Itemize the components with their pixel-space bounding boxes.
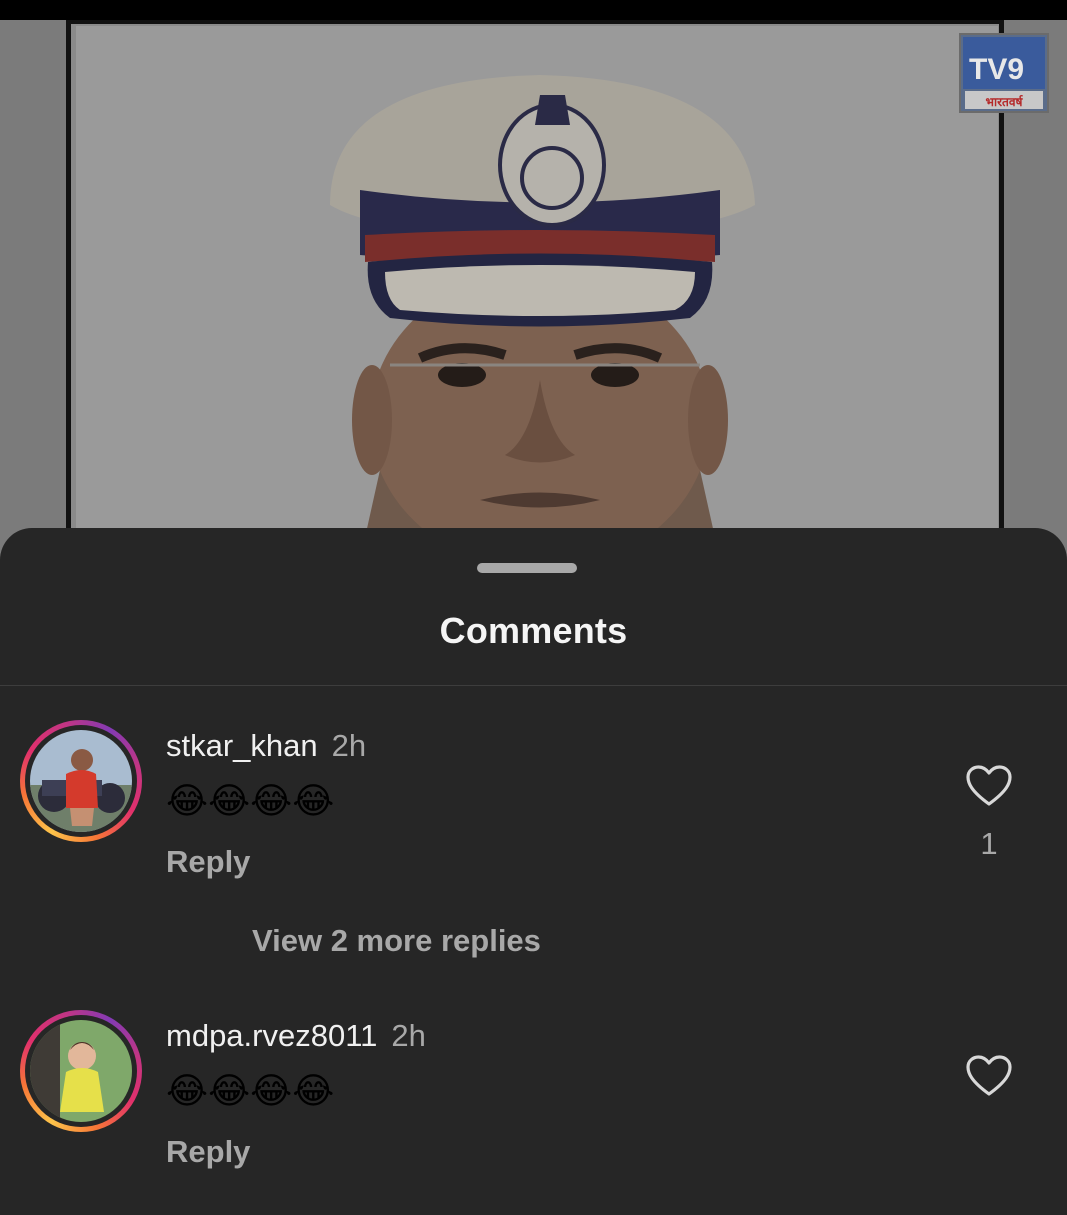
comment-username[interactable]: stkar_khan 2h bbox=[166, 728, 366, 764]
heart-icon[interactable] bbox=[965, 764, 1013, 808]
channel-logo-subtext: भारतवर्ष bbox=[986, 95, 1024, 109]
view-more-replies-button[interactable]: View 2 more replies bbox=[252, 923, 541, 959]
post-background: TV9 भारतवर्ष bbox=[0, 0, 1067, 560]
avatar-motorcycle-user-icon[interactable] bbox=[30, 730, 132, 832]
like-count: 1 bbox=[980, 826, 998, 861]
channel-logo: TV9 भारतवर्ष bbox=[959, 33, 1049, 113]
avatar-story-ring[interactable] bbox=[20, 1010, 142, 1132]
divider bbox=[0, 685, 1067, 686]
comment-time: 2h bbox=[331, 728, 367, 763]
comment-username[interactable]: mdpa.rvez8011 2h bbox=[166, 1018, 426, 1054]
reply-button[interactable]: Reply bbox=[166, 1134, 250, 1170]
comment-text: 😂😂😂😂 bbox=[166, 781, 335, 822]
heart-icon[interactable] bbox=[965, 1054, 1013, 1098]
comment-text: 😂😂😂😂 bbox=[166, 1071, 335, 1112]
reply-button[interactable]: Reply bbox=[166, 844, 250, 880]
comment-time: 2h bbox=[391, 1018, 426, 1053]
avatar-child-user-icon[interactable] bbox=[30, 1020, 132, 1122]
channel-logo-text: TV9 bbox=[969, 53, 1024, 86]
comments-sheet: Comments stkar_khan 2h 😂😂😂😂 Reply 1 View… bbox=[0, 528, 1067, 1215]
police-officer-portrait-image bbox=[76, 26, 998, 560]
avatar-story-ring[interactable] bbox=[20, 720, 142, 842]
sheet-title: Comments bbox=[439, 610, 628, 651]
drag-handle[interactable] bbox=[477, 563, 577, 573]
